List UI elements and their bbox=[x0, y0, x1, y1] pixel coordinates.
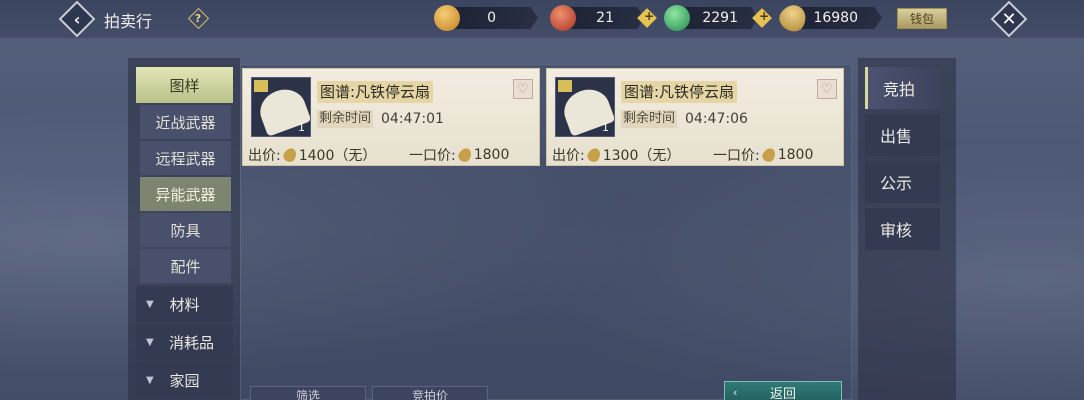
item-icon[interactable]: 1 bbox=[251, 77, 311, 137]
gold-leaf-icon bbox=[281, 145, 299, 165]
back-button[interactable]: ‹ bbox=[58, 0, 96, 38]
category-materials[interactable]: ▼ 材料 bbox=[136, 286, 233, 322]
category-blueprint[interactable]: 图样 bbox=[136, 67, 233, 103]
listing-card[interactable]: 1 图谱:凡铁停云扇 ♡ 剩余时间 04:47:06 出价: 1300（无） 一… bbox=[546, 68, 844, 166]
time-remaining-value: 04:47:01 bbox=[381, 111, 444, 127]
subcategory-accessory[interactable]: 配件 bbox=[140, 249, 231, 283]
item-name: 图谱:凡铁停云扇 bbox=[621, 81, 738, 103]
gold-leaf-icon bbox=[760, 145, 778, 165]
buyout-price: 一口价: 1800 bbox=[713, 145, 813, 165]
return-label: 返回 bbox=[769, 386, 796, 400]
currency-value: 0 bbox=[487, 10, 496, 26]
gold-leaf-icon bbox=[456, 145, 474, 165]
favorite-heart-icon[interactable]: ♡ bbox=[513, 79, 533, 99]
category-label: 材料 bbox=[169, 295, 200, 314]
plus-icon: + bbox=[644, 8, 655, 23]
subcategory-melee[interactable]: 近战武器 bbox=[140, 105, 231, 139]
item-icon[interactable]: 1 bbox=[555, 77, 615, 137]
category-label: 家园 bbox=[169, 371, 200, 390]
subcategory-psionic[interactable]: 异能武器 bbox=[140, 177, 231, 211]
jade-orb-icon bbox=[664, 5, 690, 31]
buyout-price: 一口价: 1800 bbox=[409, 145, 509, 165]
help-button[interactable]: ? bbox=[187, 7, 209, 29]
currency-value: 2291 bbox=[702, 10, 738, 26]
tab-review[interactable]: 审核 bbox=[865, 208, 940, 250]
bid-value: 1300（无） bbox=[602, 148, 681, 164]
chevron-down-icon: ▼ bbox=[146, 374, 154, 386]
tab-sell[interactable]: 出售 bbox=[865, 114, 940, 156]
flag-icon bbox=[558, 80, 572, 92]
buyout-value: 1800 bbox=[473, 147, 510, 163]
sort-bid-price-button[interactable]: 竞拍价 bbox=[372, 386, 488, 400]
question-icon: ? bbox=[194, 11, 202, 25]
buyout-label: 一口价: bbox=[409, 148, 456, 164]
plus-icon: + bbox=[759, 8, 770, 23]
subcategory-armor[interactable]: 防具 bbox=[140, 213, 231, 247]
currency-value: 16980 bbox=[813, 10, 858, 26]
bid-price: 出价: 1400（无） bbox=[248, 145, 376, 165]
time-remaining-label: 剩余时间 bbox=[621, 110, 678, 128]
category-home[interactable]: ▼ 家园 bbox=[136, 362, 233, 398]
bid-label: 出价: bbox=[552, 148, 585, 164]
close-button[interactable]: ✕ bbox=[990, 0, 1028, 38]
currency-value: 21 bbox=[596, 10, 614, 26]
category-consumables[interactable]: ▼ 消耗品 bbox=[136, 324, 233, 360]
bid-price: 出价: 1300（无） bbox=[552, 145, 680, 165]
listing-card[interactable]: 1 图谱:凡铁停云扇 ♡ 剩余时间 04:47:01 出价: 1400（无） 一… bbox=[242, 68, 540, 166]
buyout-value: 1800 bbox=[777, 147, 814, 163]
chevron-down-icon: ▼ bbox=[146, 336, 154, 348]
wallet-button[interactable]: 钱包 bbox=[897, 8, 947, 29]
gold-token-icon bbox=[434, 5, 460, 31]
item-name: 图谱:凡铁停云扇 bbox=[317, 81, 434, 103]
category-label: 消耗品 bbox=[168, 333, 214, 352]
bid-label: 出价: bbox=[248, 148, 281, 164]
time-remaining-value: 04:47:06 bbox=[685, 111, 748, 127]
time-remaining-label: 剩余时间 bbox=[317, 110, 374, 128]
chevron-down-icon: ▼ bbox=[146, 298, 154, 310]
subcategory-ranged[interactable]: 远程武器 bbox=[140, 141, 231, 175]
close-icon: ✕ bbox=[1001, 8, 1017, 30]
return-button[interactable]: ‹ 返回 bbox=[724, 381, 842, 400]
buyout-label: 一口价: bbox=[713, 148, 760, 164]
red-orb-icon bbox=[550, 5, 576, 31]
chevron-left-icon: ‹ bbox=[73, 9, 81, 29]
tab-public[interactable]: 公示 bbox=[865, 161, 940, 203]
chevron-left-icon: ‹ bbox=[733, 385, 738, 399]
item-quantity: 1 bbox=[602, 121, 609, 134]
tab-auction[interactable]: 竞拍 bbox=[865, 67, 940, 109]
gold-leaf-icon bbox=[585, 145, 603, 165]
favorite-heart-icon[interactable]: ♡ bbox=[817, 79, 837, 99]
filter-button[interactable]: 筛选 bbox=[250, 386, 366, 400]
bid-value: 1400（无） bbox=[298, 148, 377, 164]
item-quantity: 1 bbox=[298, 121, 305, 134]
flag-icon bbox=[254, 80, 268, 92]
page-title: 拍卖行 bbox=[104, 12, 153, 31]
